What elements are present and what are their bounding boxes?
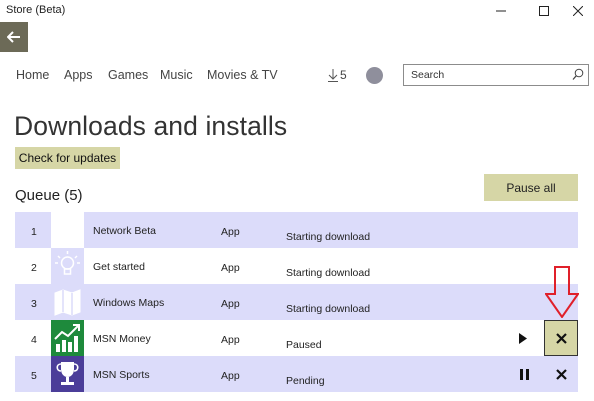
trophy-icon <box>51 356 84 392</box>
download-status: Starting download <box>286 267 371 279</box>
downloads-count: 5 <box>340 68 347 82</box>
maximize-button[interactable] <box>528 0 560 22</box>
app-type: App <box>221 298 240 310</box>
app-type: App <box>221 226 240 238</box>
play-icon <box>519 332 527 344</box>
download-status: Paused <box>286 339 322 351</box>
user-avatar[interactable] <box>366 67 383 84</box>
queue-row[interactable]: 3 Windows Maps App Starting download <box>15 284 578 320</box>
blank-icon <box>51 212 84 248</box>
row-number: 5 <box>31 370 37 382</box>
nav-games[interactable]: Games <box>108 68 148 82</box>
queue-row[interactable]: 1 Network Beta App Starting download <box>15 212 578 248</box>
maximize-icon <box>539 6 549 16</box>
lightbulb-icon <box>51 248 84 284</box>
map-icon <box>51 284 84 320</box>
downloads-button[interactable]: 5 <box>328 68 347 82</box>
chart-icon <box>51 320 84 356</box>
app-name: MSN Sports <box>93 369 150 381</box>
cancel-icon <box>555 368 567 380</box>
window-title: Store (Beta) <box>6 4 66 16</box>
cancel-button[interactable] <box>544 320 578 356</box>
app-name: Network Beta <box>93 225 157 237</box>
annotation-arrow-icon <box>545 266 579 318</box>
row-number: 3 <box>31 298 37 310</box>
search-input[interactable]: Search <box>403 64 589 86</box>
title-bar: Store (Beta) <box>0 0 594 22</box>
nav-apps[interactable]: Apps <box>64 68 93 82</box>
minimize-button[interactable] <box>485 0 517 22</box>
nav-music[interactable]: Music <box>160 68 193 82</box>
download-status: Pending <box>286 375 325 387</box>
search-icon[interactable] <box>572 68 584 81</box>
cancel-icon <box>555 332 567 344</box>
resume-button[interactable] <box>513 328 533 348</box>
app-type: App <box>221 334 240 346</box>
pause-icon <box>519 368 529 380</box>
queue-row[interactable]: 4 MSN Money App Paused <box>15 320 578 356</box>
app-name: Get started <box>93 261 145 273</box>
minimize-icon <box>496 10 506 12</box>
row-number: 4 <box>31 334 37 346</box>
pause-all-button[interactable]: Pause all <box>484 174 578 201</box>
check-for-updates-button[interactable]: Check for updates <box>15 147 120 169</box>
close-window-button[interactable] <box>562 0 594 22</box>
download-status: Starting download <box>286 231 371 243</box>
queue-row[interactable]: 2 Get started App Starting download <box>15 248 578 284</box>
pause-button[interactable] <box>514 364 534 384</box>
app-name: Windows Maps <box>93 297 165 309</box>
nav-home[interactable]: Home <box>16 68 49 82</box>
app-type: App <box>221 262 240 274</box>
app-name: MSN Money <box>93 333 151 345</box>
cancel-button[interactable] <box>551 364 571 384</box>
download-status: Starting download <box>286 303 371 315</box>
close-icon <box>573 6 583 16</box>
queue-row[interactable]: 5 MSN Sports App Pending <box>15 356 578 392</box>
page-title: Downloads and installs <box>14 111 288 141</box>
nav-movies-tv[interactable]: Movies & TV <box>207 68 278 82</box>
search-placeholder: Search <box>411 69 445 81</box>
back-arrow-icon <box>7 31 20 43</box>
app-type: App <box>221 370 240 382</box>
row-number: 1 <box>31 226 37 238</box>
download-icon <box>328 68 338 82</box>
back-button[interactable] <box>0 22 28 52</box>
queue-title: Queue (5) <box>15 187 83 204</box>
row-number: 2 <box>31 262 37 274</box>
